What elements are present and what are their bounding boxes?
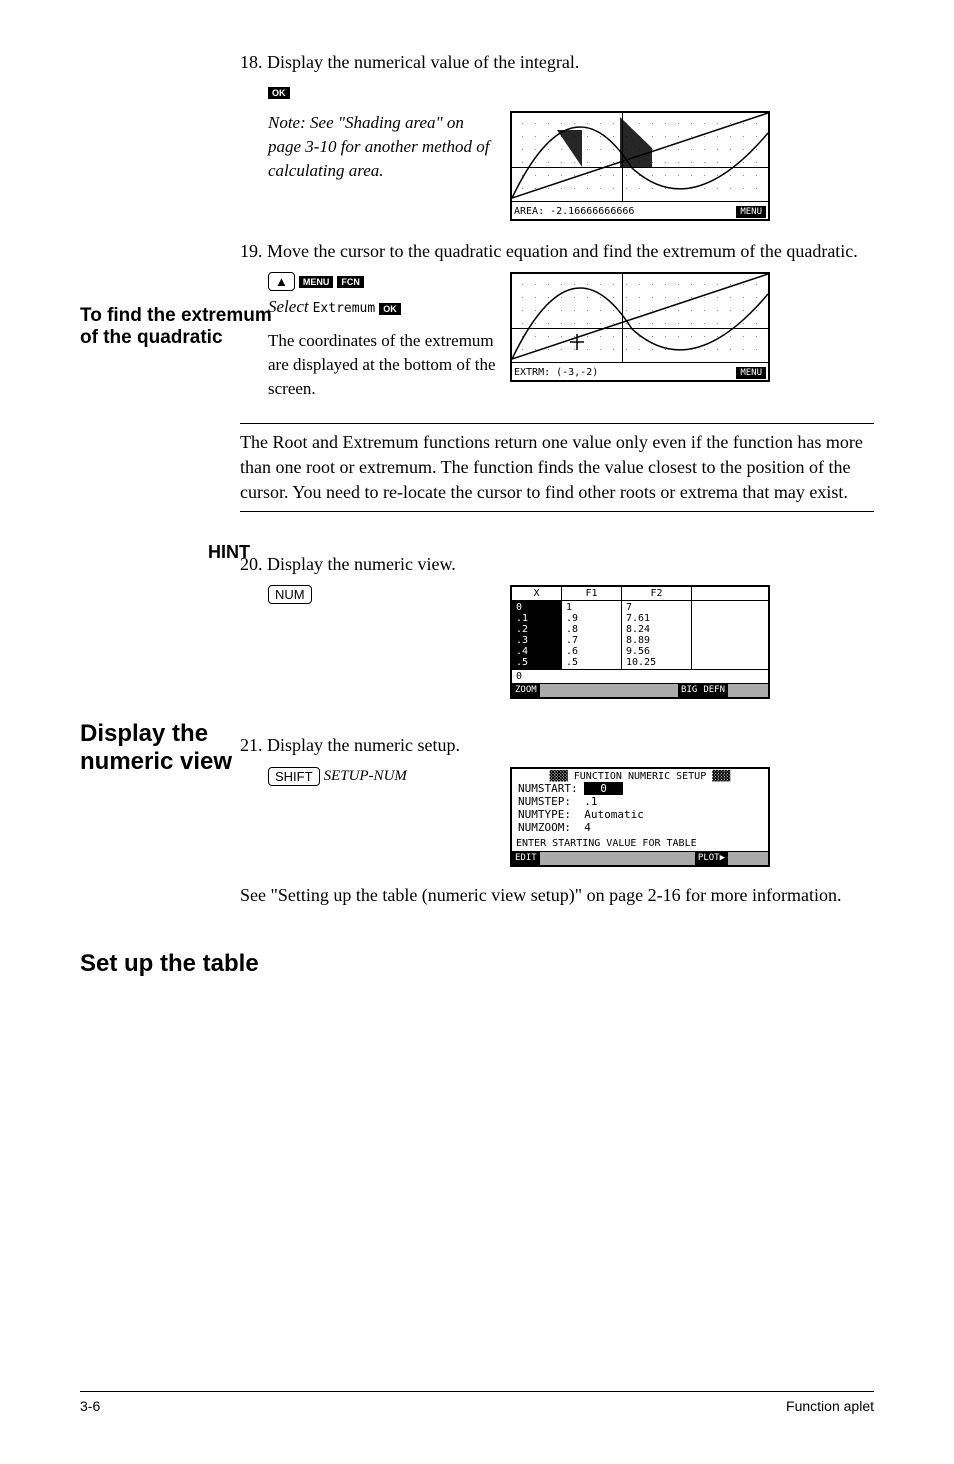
col-f1-header: F1 <box>562 587 622 600</box>
step-18-block: 18. Display the numerical value of the i… <box>240 50 874 221</box>
step-21-text: 21. Display the numeric setup. <box>240 733 874 758</box>
step-21-block: 21. Display the numeric setup. SHIFT SET… <box>240 733 874 907</box>
numstep-label: NUMSTEP: <box>518 795 571 808</box>
table-menu-bar: ZOOM BIG DEFN <box>512 683 768 697</box>
heading-setup-table: Set up the table <box>80 950 290 978</box>
col-f2-header: F2 <box>622 587 692 600</box>
numtype-field[interactable]: Automatic <box>584 808 644 821</box>
col-f1-data: 1.9.8.7.6.5 <box>562 601 622 669</box>
up-arrow-key: ▲ <box>268 272 295 291</box>
screen-area-plot: AREA: -2.16666666666 MENU <box>510 111 770 221</box>
col-x-data: 0.1.2.3.4.5 <box>512 601 562 669</box>
menu-button[interactable]: MENU <box>736 206 766 218</box>
step-18-note: Note: See "Shading area" on page 3-10 fo… <box>268 111 500 182</box>
col-x-header: X <box>512 587 562 600</box>
page-number: 3-6 <box>80 1398 100 1414</box>
hint-text: The Root and Extremum functions return o… <box>240 423 874 513</box>
menu-key-icon: MENU <box>299 276 334 288</box>
step-20-text: 20. Display the numeric view. <box>240 552 874 577</box>
setup-menu-bar: EDIT PLOT▶ <box>512 851 768 865</box>
heading-extremum: To find the extremum of the quadratic <box>80 305 290 349</box>
zoom-button[interactable]: ZOOM <box>512 684 540 697</box>
num-key: NUM <box>268 585 312 604</box>
menu-button-2[interactable]: MENU <box>736 367 766 379</box>
numzoom-label: NUMZOOM: <box>518 821 571 834</box>
page-footer: 3-6 Function aplet <box>80 1391 874 1414</box>
big-button[interactable]: BIG <box>678 684 700 697</box>
heading-display-numeric: Display the numeric view <box>80 720 290 776</box>
extremum-mono: Extremum <box>313 301 376 316</box>
step-19-block: 19. Move the cursor to the quadratic equ… <box>240 239 874 408</box>
col-f2-data: 77.618.248.899.5610.25 <box>622 601 692 669</box>
numeric-setup-screen: ▓▓▓ FUNCTION NUMERIC SETUP ▓▓▓ NUMSTART:… <box>510 767 770 867</box>
setup-title: ▓▓▓ FUNCTION NUMERIC SETUP ▓▓▓ <box>514 771 766 782</box>
step-19-desc: The coordinates of the extremum are disp… <box>268 329 500 400</box>
hint-block: The Root and Extremum functions return o… <box>240 423 874 513</box>
step-19-text: 19. Move the cursor to the quadratic equ… <box>240 239 874 264</box>
table-header-row: X F1 F2 <box>512 587 768 601</box>
step-20-block: 20. Display the numeric view. NUM X F1 F… <box>240 552 874 699</box>
numstart-label: NUMSTART: <box>518 782 578 795</box>
setup-num-label: SETUP-NUM <box>324 768 407 784</box>
area-value-text: AREA: -2.16666666666 <box>514 206 634 217</box>
edit-button[interactable]: EDIT <box>512 852 540 865</box>
table-current-val: 0 <box>512 669 768 683</box>
ok-key-icon: OK <box>268 87 290 99</box>
numeric-table: X F1 F2 0.1.2.3.4.5 1.9.8.7.6.5 77.618.2… <box>510 585 770 699</box>
numtype-label: NUMTYPE: <box>518 808 571 821</box>
fcn-key-icon: FCN <box>337 276 364 288</box>
step-21-after: See "Setting up the table (numeric view … <box>240 883 874 908</box>
ok-key-icon-2: OK <box>379 303 401 315</box>
plot-button[interactable]: PLOT▶ <box>695 852 728 865</box>
step-18-text: 18. Display the numerical value of the i… <box>240 50 874 75</box>
defn-button[interactable]: DEFN <box>700 684 728 697</box>
numstart-field[interactable]: 0 <box>584 782 623 795</box>
heading-hint: HINT <box>80 542 250 563</box>
numzoom-field[interactable]: 4 <box>584 821 591 834</box>
section-name: Function aplet <box>786 1398 874 1414</box>
table-body: 0.1.2.3.4.5 1.9.8.7.6.5 77.618.248.899.5… <box>512 601 768 669</box>
extrm-value-text: EXTRM: (-3,-2) <box>514 367 598 378</box>
setup-prompt: ENTER STARTING VALUE FOR TABLE <box>514 838 766 849</box>
screen-extremum-plot: EXTRM: (-3,-2) MENU <box>510 272 770 382</box>
numstep-field[interactable]: .1 <box>584 795 597 808</box>
